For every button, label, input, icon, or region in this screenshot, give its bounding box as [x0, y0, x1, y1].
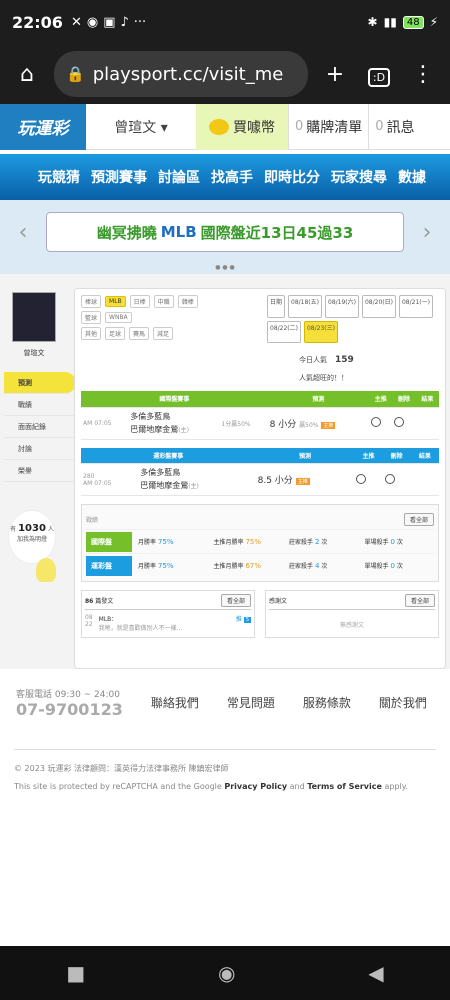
- side-item-honor[interactable]: 榮譽: [4, 460, 74, 482]
- date-item-selected[interactable]: 08/23(三): [303, 320, 338, 343]
- home-circle-icon[interactable]: ◉: [218, 961, 235, 985]
- mute-icon: ✕: [70, 14, 82, 30]
- posts-box: 86 篇發文 看全部 08 22 MLB： 我吔，就是喜歡做別人不一樣... 推 5: [81, 590, 255, 638]
- avatar: [12, 292, 56, 342]
- battery-icon: 48: [402, 15, 424, 29]
- posts-more-button[interactable]: 看全部: [220, 594, 251, 607]
- banner: ‹ 幽冥拂曉 MLB 國際盤近13日45過33 ›: [0, 200, 450, 264]
- popularity-badge[interactable]: 有 1030 人加我為明燈: [8, 510, 56, 564]
- status-bar: 22:06 ✕ ◉ ▣ ♪ ··· ✱ ▮▮ 48 ⚡: [0, 0, 450, 44]
- recent-apps-icon[interactable]: ■: [66, 961, 85, 985]
- side-item-discuss[interactable]: 討論: [4, 438, 74, 460]
- side-item-history[interactable]: 面面紀錄: [4, 416, 74, 438]
- menu-kebab-icon[interactable]: ⋮: [406, 62, 440, 87]
- list-item[interactable]: 08 22 MLB： 我吔，就是喜歡做別人不一樣... 推 5: [85, 614, 251, 632]
- date-item[interactable]: 08/21(一): [398, 295, 433, 318]
- date-item[interactable]: 08/18(五): [288, 295, 322, 318]
- messenger-icon: ◉: [86, 14, 99, 30]
- lottery-table: 運彩盤賽事 預測 主推 刪除 結果 280 AM 07:05 多倫多藍鳥 巴爾地摩金鶯(主)…: [81, 447, 439, 496]
- record-box: 戰績 看全部 國際盤 月勝率 75% 主推月勝率 75% 莊家殺手 2 次 單場殺…: [81, 504, 439, 582]
- date-picker: 日期 08/18(五) 08/19(六) 08/20(日) 08/21(一) 0…: [267, 295, 439, 343]
- back-icon[interactable]: ◀: [368, 961, 383, 985]
- delete-toggle[interactable]: [384, 473, 395, 484]
- phone-number[interactable]: 07-9700123: [16, 700, 123, 719]
- url-bar[interactable]: 🔒 playsport.cc/visit_me: [54, 51, 308, 97]
- side-item-predict[interactable]: 預測: [4, 372, 76, 394]
- table-row: 280 AM 07:05 多倫多藍鳥 巴爾地摩金鶯(主) 8.5 小分 主推: [81, 463, 439, 496]
- date-item[interactable]: 08/20(日): [361, 295, 396, 318]
- user-menu[interactable]: 曾瑄文 ▾: [86, 117, 196, 137]
- main-pick-toggle[interactable]: [371, 417, 382, 427]
- footer-link[interactable]: 服務條款: [303, 694, 351, 711]
- footer-link[interactable]: 聯絡我們: [151, 694, 199, 711]
- carousel-dots: ● ● ●: [0, 264, 450, 274]
- site-logo[interactable]: 玩運彩: [0, 103, 86, 150]
- clock: 22:06: [12, 12, 63, 32]
- browser-toolbar: ⌂ 🔒 playsport.cc/visit_me + :D ⋮: [0, 44, 450, 104]
- menu-item[interactable]: 數據: [398, 167, 426, 187]
- thanks-box: 感謝文 看全部 無感謝文: [265, 590, 439, 638]
- date-item[interactable]: 08/19(六): [325, 295, 359, 318]
- thanks-more-button[interactable]: 看全部: [404, 594, 435, 607]
- profile-name: 曾瑄文: [23, 349, 45, 357]
- more-icon: ···: [133, 14, 147, 30]
- site-header: 玩運彩 曾瑄文 ▾ 買噱幣 0 購牌清單 0 訊息: [0, 103, 450, 150]
- android-nav-bar: ■ ◉ ◀: [0, 946, 450, 1000]
- sd-icon: ▣: [103, 14, 116, 30]
- main-menu: 玩競猜 預測賽事 討論區 找高手 即時比分 玩家搜尋 數據: [0, 154, 450, 200]
- lightbulb-icon: [36, 558, 56, 582]
- footer-link[interactable]: 常見問題: [227, 694, 275, 711]
- prediction-panel: 棒球 MLB 日棒 中職 韓棒 籃球 WNBA 其他 足球 賽馬 減足 日期 08/18(五) …: [74, 288, 446, 669]
- menu-item[interactable]: 玩競猜: [38, 167, 80, 187]
- caret-down-icon: ▾: [160, 119, 168, 136]
- terms-link[interactable]: Terms of Service: [307, 782, 382, 791]
- date-item[interactable]: 08/22(二): [267, 320, 301, 343]
- footer-link[interactable]: 關於我們: [379, 694, 427, 711]
- profile-sidebar: 曾瑄文 預測 戰績 面面紀錄 討論 榮譽 有 1030 人加我為明燈: [4, 288, 76, 669]
- record-title: 戰績: [86, 516, 99, 524]
- footer: 客服電話 09:30 ~ 24:00 07-9700123 聯絡我們 常見問題 服…: [16, 690, 427, 719]
- tab-switcher[interactable]: :D: [362, 62, 396, 87]
- menu-item[interactable]: 玩家搜尋: [331, 167, 387, 187]
- prev-arrow-icon[interactable]: ‹: [0, 220, 46, 245]
- table-row: AM 07:05 多倫多藍鳥 巴爾地摩金鶯(主) 1分贏50% 8 小分 贏50%…: [81, 407, 439, 440]
- filter-mlb[interactable]: MLB: [105, 296, 126, 307]
- popularity-today: 今日人氣 159 人氣超旺的！！: [299, 355, 354, 382]
- new-tab-icon[interactable]: +: [318, 62, 352, 87]
- privacy-link[interactable]: Privacy Policy: [224, 782, 287, 791]
- record-row: 運彩盤 月勝率 75% 主推月勝率 67% 莊家殺手 4 次 單場殺手 0 次: [86, 553, 434, 577]
- coin-icon: [209, 118, 229, 135]
- side-item-record[interactable]: 戰績: [4, 394, 74, 416]
- menu-item[interactable]: 找高手: [211, 167, 253, 187]
- coins-button[interactable]: 買噱幣: [196, 103, 288, 150]
- lock-icon: 🔒: [66, 65, 85, 83]
- charging-icon: ⚡: [429, 15, 438, 29]
- record-more-button[interactable]: 看全部: [403, 512, 434, 526]
- next-arrow-icon[interactable]: ›: [404, 220, 450, 245]
- cart-link[interactable]: 0 購牌清單: [288, 103, 368, 150]
- banner-text[interactable]: 幽冥拂曉 MLB 國際盤近13日45過33: [46, 212, 404, 252]
- copyright: © 2023 玩運彩 法律顧問：漢英得力法律事務所 陳鎮宏律師 This sit…: [14, 749, 436, 796]
- intl-table: 國際盤賽事 預測 主推 刪除 結果 AM 07:05 多倫多藍鳥 巴爾地摩金鶯(主) 1分…: [81, 391, 439, 440]
- menu-item[interactable]: 預測賽事: [91, 167, 147, 187]
- home-icon[interactable]: ⌂: [10, 62, 44, 87]
- menu-item[interactable]: 討論區: [158, 167, 200, 187]
- bell-icon: ♪: [120, 14, 129, 30]
- record-row: 國際盤 月勝率 75% 主推月勝率 75% 莊家殺手 2 次 單場殺手 0 次: [86, 529, 434, 553]
- menu-item[interactable]: 即時比分: [264, 167, 320, 187]
- signal-icon: ▮▮: [383, 15, 397, 29]
- bluetooth-icon: ✱: [367, 15, 378, 29]
- main-pick-toggle[interactable]: [356, 473, 367, 484]
- delete-toggle[interactable]: [394, 417, 405, 427]
- profile-main: 曾瑄文 預測 戰績 面面紀錄 討論 榮譽 有 1030 人加我為明燈 棒球 MLB…: [0, 274, 450, 669]
- messages-link[interactable]: 0 訊息: [368, 103, 420, 150]
